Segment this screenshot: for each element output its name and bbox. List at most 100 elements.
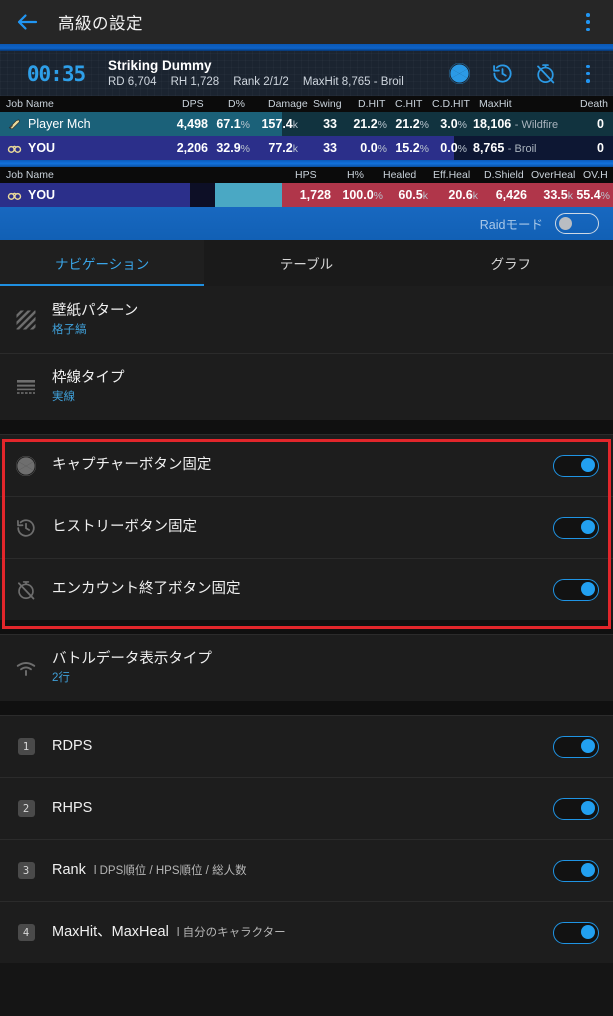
- cell-maxhit: 8,765 - Broil: [473, 141, 537, 155]
- kebab-menu-icon[interactable]: [577, 11, 599, 33]
- setting-title: エンカウント終了ボタン固定: [52, 581, 241, 597]
- dps-header-death: Death: [580, 98, 609, 110]
- badge-number: 1: [17, 738, 35, 755]
- setting-text: RHPS: [52, 799, 553, 818]
- hps-header-healed: Healed: [383, 169, 417, 181]
- cell-maxhit: 18,106 - Wildfire: [473, 117, 559, 131]
- raid-mode-toggle[interactable]: [555, 213, 599, 234]
- toggle-rhps[interactable]: [553, 797, 599, 820]
- badge-number: 4: [17, 924, 35, 941]
- signal-rows-icon: [0, 657, 52, 679]
- hps-header-effheal: Eff.Heal: [433, 169, 471, 181]
- setting-border-type[interactable]: 枠線タイプ 実線: [0, 353, 613, 420]
- setting-text: Rank l DPS順位 / HPS順位 / 総人数: [52, 861, 553, 881]
- dps-header-dpct: D%: [228, 98, 245, 110]
- player-name: YOU: [28, 141, 56, 155]
- raid-mode-row: Raidモード: [0, 207, 613, 240]
- hps-header-dshield: D.Shield: [484, 169, 524, 181]
- tab-table[interactable]: テーブル: [204, 240, 408, 286]
- cell-dps: 4,498: [176, 117, 208, 131]
- dps-header-maxhit: MaxHit: [479, 98, 512, 110]
- player-name: YOU: [28, 188, 56, 202]
- arrow-left-icon[interactable]: [14, 9, 40, 35]
- app-bar: 高級の設定: [0, 0, 613, 44]
- list-gap: [0, 420, 613, 434]
- setting-title: Rank l DPS順位 / HPS順位 / 総人数: [52, 861, 553, 881]
- raid-mode-label: Raidモード: [479, 218, 543, 232]
- dps-header-dhit: D.HIT: [358, 98, 386, 110]
- cell-cdhit: 0.0%: [440, 141, 467, 155]
- list-gap: [0, 701, 613, 715]
- setting-maxhit-maxheal[interactable]: 4 MaxHit、MaxHeal l 自分のキャラクター: [0, 901, 613, 963]
- setting-value: 2行: [52, 672, 70, 684]
- setting-battle-data-display-type[interactable]: バトルデータ表示タイプ 2行: [0, 634, 613, 701]
- toggle-pin-capture-button[interactable]: [553, 454, 599, 477]
- cell-dhit: 0.0%: [360, 141, 387, 155]
- diagonal-stripes-icon: [0, 309, 52, 331]
- hps-column-headers: Job Name HPS H% Healed Eff.Heal D.Shield…: [0, 167, 613, 183]
- dps-header-cdhit: C.D.HIT: [432, 98, 470, 110]
- setting-pin-capture-button[interactable]: キャプチャーボタン固定: [0, 434, 613, 496]
- badge-1-icon: 1: [0, 738, 52, 755]
- table-row[interactable]: Player Mch 4,498 67.1% 157.4k 33 21.2% 2…: [0, 112, 613, 136]
- row-name-cell: YOU: [0, 183, 55, 207]
- toggle-rdps[interactable]: [553, 735, 599, 758]
- list-gap: [0, 620, 613, 634]
- end-encounter-icon[interactable]: [534, 62, 557, 85]
- cell-swing: 33: [323, 141, 337, 155]
- toggle-maxhit-maxheal[interactable]: [553, 921, 599, 944]
- badge-number: 2: [17, 800, 35, 817]
- encounter-stats: RD 6,704 RH 1,728 Rank 2/1/2 MaxHit 8,76…: [108, 75, 448, 90]
- setting-text: エンカウント終了ボタン固定: [52, 580, 553, 599]
- badge-3-icon: 3: [0, 862, 52, 879]
- setting-text: バトルデータ表示タイプ 2行: [52, 650, 599, 686]
- dps-column-headers: Job Name DPS D% Damage Swing D.HIT C.HIT…: [0, 96, 613, 112]
- cell-dps: 2,206: [176, 141, 208, 155]
- cell-dhit: 21.2%: [353, 117, 387, 131]
- stat-rh: RH 1,728: [170, 75, 220, 88]
- setting-title: 枠線タイプ: [52, 370, 125, 386]
- cell-hps: 1,728: [299, 188, 331, 202]
- tab-graph[interactable]: グラフ: [409, 240, 613, 286]
- tab-navigation[interactable]: ナビゲーション: [0, 240, 205, 286]
- capture-aperture-icon[interactable]: [448, 62, 471, 85]
- setting-rhps[interactable]: 2 RHPS: [0, 777, 613, 839]
- badge-number: 3: [17, 862, 35, 879]
- machinist-job-icon: [7, 117, 22, 132]
- player-name: Player Mch: [28, 117, 91, 131]
- encounter-timer: 00:35: [26, 61, 86, 86]
- setting-pin-end-encounter-button[interactable]: エンカウント終了ボタン固定: [0, 558, 613, 620]
- row-name-cell: Player Mch: [0, 112, 91, 136]
- setting-wallpaper-pattern[interactable]: 壁紙パターン 格子縞: [0, 286, 613, 353]
- badge-2-icon: 2: [0, 800, 52, 817]
- table-row[interactable]: YOU 1,728 100.0% 60.5k 20.6k 6,426 33.5k…: [0, 183, 613, 207]
- cell-death: 0: [597, 141, 604, 155]
- setting-title-main: RDPS: [52, 738, 93, 754]
- border-lines-icon: [0, 376, 52, 398]
- meter-kebab-menu-icon[interactable]: [577, 63, 599, 85]
- stat-maxhit: MaxHit 8,765 - Broil: [302, 75, 404, 88]
- toggle-rank[interactable]: [553, 859, 599, 882]
- toggle-pin-history-button[interactable]: [553, 516, 599, 539]
- table-row[interactable]: YOU 2,206 32.9% 77.2k 33 0.0% 15.2% 0.0%…: [0, 136, 613, 160]
- setting-rank[interactable]: 3 Rank l DPS順位 / HPS順位 / 総人数: [0, 839, 613, 901]
- dps-header-damage: Damage: [268, 98, 308, 110]
- setting-text: 枠線タイプ 実線: [52, 369, 599, 405]
- page-title: 高級の設定: [58, 15, 143, 33]
- setting-text: ヒストリーボタン固定: [52, 518, 553, 537]
- cell-dpct: 32.9%: [216, 141, 250, 155]
- hps-header-hps: HPS: [295, 169, 317, 181]
- setting-rdps[interactable]: 1 RDPS: [0, 715, 613, 777]
- cell-effheal: 20.6k: [448, 188, 478, 202]
- cell-death: 0: [597, 117, 604, 131]
- capture-aperture-icon: [0, 455, 52, 477]
- hps-header-ovh: OV.H: [583, 169, 608, 181]
- encounter-info: Striking Dummy RD 6,704 RH 1,728 Rank 2/…: [108, 58, 448, 90]
- history-clock-icon[interactable]: [491, 62, 514, 85]
- setting-title: MaxHit、MaxHeal l 自分のキャラクター: [52, 923, 553, 943]
- setting-pin-history-button[interactable]: ヒストリーボタン固定: [0, 496, 613, 558]
- setting-title: RHPS: [52, 799, 553, 818]
- cell-dshield: 6,426: [495, 188, 527, 202]
- toggle-pin-end-encounter-button[interactable]: [553, 578, 599, 601]
- row-name-cell: YOU: [0, 136, 55, 160]
